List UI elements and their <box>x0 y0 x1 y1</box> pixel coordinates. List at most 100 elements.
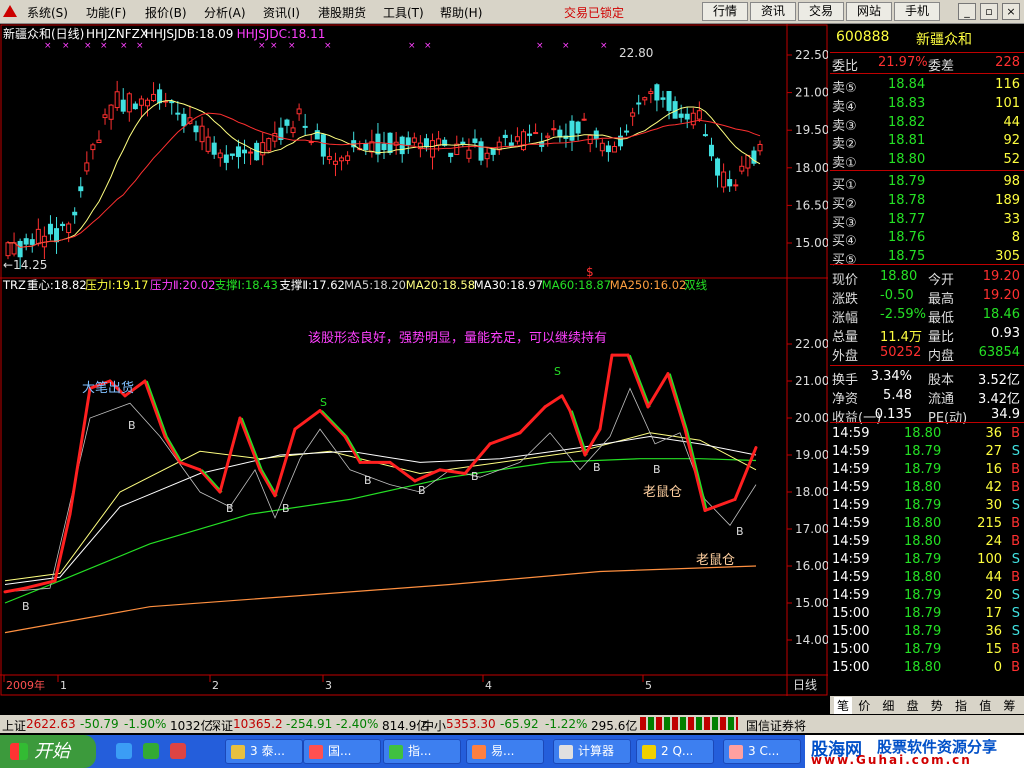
tick-volume: 17 <box>985 606 1002 621</box>
candle-body <box>193 125 199 133</box>
buy-level-label: 买② <box>832 196 857 212</box>
candle-body <box>175 112 181 115</box>
quote-tab-6[interactable]: 值 <box>979 697 991 714</box>
buy-row: 买① 18.79 98 <box>830 173 1024 193</box>
sell-volume: 44 <box>1003 114 1020 130</box>
toolbar-button-3[interactable]: 网站 <box>846 2 892 21</box>
lower-indicator-label: 重心:18.82 <box>27 278 87 292</box>
lower-axis-label: 17.00 <box>795 522 828 536</box>
bs-signal: B <box>418 484 426 497</box>
tick-price: 18.80 <box>904 534 942 549</box>
menu-3[interactable]: 分析(A) <box>204 4 246 21</box>
quicklaunch-icon-1[interactable] <box>143 743 159 759</box>
candle-body <box>229 153 235 156</box>
quote-tab-1[interactable]: 价 <box>858 697 870 714</box>
tick-time: 15:00 <box>832 624 870 639</box>
taskbar-item-2[interactable]: 指... <box>383 739 461 764</box>
candle-body <box>199 125 205 143</box>
stat-label: 今开 <box>928 273 955 288</box>
period-label[interactable]: 日线 <box>793 678 817 692</box>
menu-1[interactable]: 功能(F) <box>86 4 126 21</box>
task-icon <box>642 745 656 759</box>
quicklaunch-icon-2[interactable] <box>170 743 186 759</box>
menu-4[interactable]: 资讯(I) <box>263 4 300 21</box>
candle-body <box>5 242 11 257</box>
sh-value[interactable]: 2622.63 <box>26 717 76 731</box>
sell-level-label: 卖④ <box>832 99 857 115</box>
lower-indicator-label: MA5:18.20 <box>344 278 406 292</box>
toolbar-button-0[interactable]: 行情 <box>702 2 748 21</box>
month-label: 1 <box>60 679 67 692</box>
tick-time: 15:00 <box>832 606 870 621</box>
buy-volume: 305 <box>995 249 1020 265</box>
candle-body <box>630 112 636 117</box>
fund-value: 0.135 <box>874 407 912 422</box>
fund-row: 换手 3.34% 股本 3.52亿 <box>830 368 1024 388</box>
zx-value[interactable]: 5353.30 <box>446 717 496 731</box>
toolbar-button-2[interactable]: 交易 <box>798 2 844 21</box>
tick-side: B <box>1011 570 1020 585</box>
menu-2[interactable]: 报价(B) <box>145 4 187 21</box>
menu-7[interactable]: 帮助(H) <box>440 4 482 21</box>
lower-indicator-label: MA250:16.02 <box>610 278 687 292</box>
menu-0[interactable]: 系统(S) <box>27 4 68 21</box>
sz-value[interactable]: 10365.2 <box>233 717 283 731</box>
candle-body <box>708 144 714 157</box>
candle-body <box>332 160 338 165</box>
tick-time: 14:59 <box>832 552 870 567</box>
tick-price: 18.79 <box>904 444 942 459</box>
taskbar-item-1[interactable]: 国... <box>303 739 381 764</box>
signal-marker: × <box>44 41 52 51</box>
kline-chart[interactable]: 22.50 21.00 19.50 18.00 16.50 15.00 22.00 21.00… <box>0 24 829 696</box>
guhai-logo: 股海网 股票软件资源分享 www.Guhai.com.cn <box>805 735 1024 768</box>
quote-tab-0[interactable]: 笔 <box>834 697 853 714</box>
tick-volume: 16 <box>985 462 1002 477</box>
tick-side: S <box>1011 444 1020 459</box>
quicklaunch-icon-0[interactable] <box>116 743 132 759</box>
toolbar-button-4[interactable]: 手机 <box>894 2 940 21</box>
taskbar-item-3[interactable]: 易... <box>466 739 544 764</box>
task-label: 指... <box>408 744 432 758</box>
fund-label: 流通 <box>928 392 955 407</box>
price-axis-label: 22.50 <box>795 48 828 62</box>
quote-tab-2[interactable]: 细 <box>882 697 894 714</box>
candle-body <box>78 186 84 192</box>
taskbar-item-5[interactable]: 2 Q... <box>636 739 714 764</box>
sell-level-label: 卖⑤ <box>832 81 857 96</box>
close-button[interactable]: × <box>1002 3 1020 20</box>
quote-tabs: 笔价细盘势指值筹 <box>830 696 1024 714</box>
lower-indicator-label: 支撑Ⅰ:18.43 <box>215 278 278 292</box>
taskbar-item-6[interactable]: 3 C... <box>723 739 801 764</box>
tick-volume: 0 <box>993 660 1002 675</box>
menu-6[interactable]: 工具(T) <box>383 4 424 21</box>
fund-label: 换手 <box>832 373 859 388</box>
buy-level-label: 买③ <box>832 215 857 231</box>
candle-body <box>29 239 35 245</box>
signal-marker: × <box>100 41 108 51</box>
taskbar-item-0[interactable]: 3 泰... <box>225 739 303 764</box>
quote-tab-3[interactable]: 盘 <box>907 697 919 714</box>
tick-time: 14:59 <box>832 444 870 459</box>
lower-axis-label: 15.00 <box>795 596 828 610</box>
signal-marker: × <box>136 41 144 51</box>
taskbar-item-4[interactable]: 计算器 <box>553 739 631 764</box>
restore-button[interactable]: ▫ <box>980 3 998 20</box>
quote-tab-7[interactable]: 筹 <box>1003 697 1015 714</box>
chart-area[interactable]: 22.50 21.00 19.50 18.00 16.50 15.00 22.00 21.00… <box>0 24 829 696</box>
minimize-button[interactable]: _ <box>958 3 976 20</box>
tick-time: 15:00 <box>832 642 870 657</box>
chart-title: 新疆众和(日线) <box>3 26 84 41</box>
buy-price: 18.75 <box>888 249 926 265</box>
candle-body <box>302 125 308 128</box>
tick-price: 18.79 <box>904 606 942 621</box>
candle-body <box>757 143 763 152</box>
quote-tab-4[interactable]: 势 <box>931 697 943 714</box>
bs-signal: B <box>22 600 30 613</box>
toolbar-button-1[interactable]: 资讯 <box>750 2 796 21</box>
menu-5[interactable]: 港股期货 <box>318 4 366 21</box>
start-button[interactable]: 开始 <box>0 735 96 768</box>
tick-volume: 44 <box>985 570 1002 585</box>
tick-time: 14:59 <box>832 462 870 477</box>
quote-tab-5[interactable]: 指 <box>955 697 967 714</box>
bs-signal: B <box>593 461 601 474</box>
